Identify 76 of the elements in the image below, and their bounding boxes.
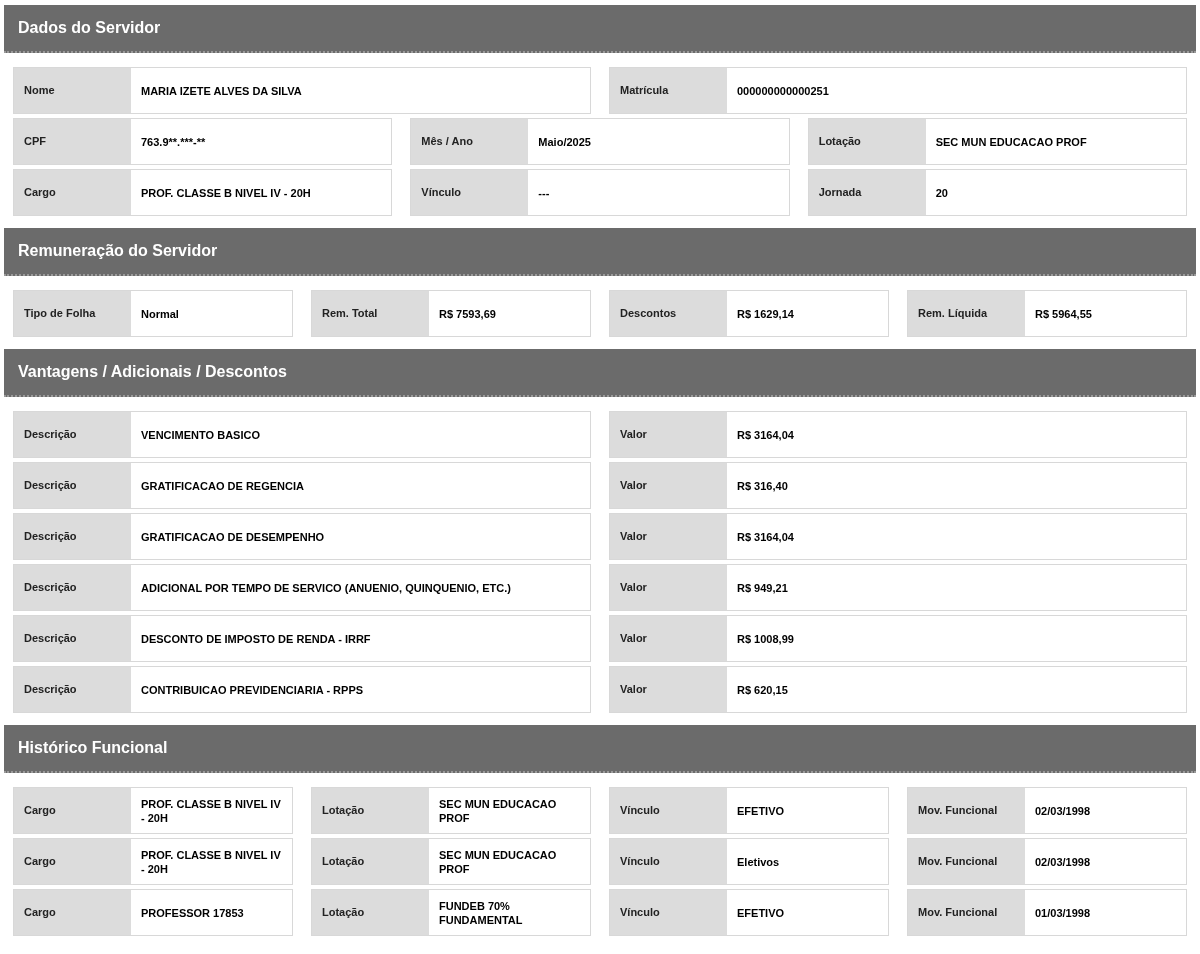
field-value: R$ 3164,04 — [736, 427, 795, 443]
field-value: PROF. CLASSE B NIVEL IV - 20H — [140, 847, 282, 877]
field-label: Descontos — [610, 291, 727, 336]
field-value: 01/03/1998 — [1034, 905, 1092, 921]
field-value: ADICIONAL POR TEMPO DE SERVICO (ANUENIO, QUINQUENIO, ETC.) — [140, 580, 512, 596]
field-label: Vínculo — [610, 788, 727, 833]
field-value: EFETIVO — [736, 803, 786, 819]
field-value: R$ 1629,14 — [736, 306, 795, 322]
field-value: SEC MUN EDUCACAO PROF — [438, 796, 558, 826]
field-label: Vínculo — [411, 170, 529, 215]
field-label: Descrição — [14, 514, 131, 559]
field-value: PROFESSOR 17853 — [140, 905, 245, 921]
field-label: Valor — [610, 412, 727, 457]
field-value: SEC MUN EDUCACAO PROF — [438, 847, 558, 877]
field-label: Lotação — [312, 839, 429, 884]
field-value: R$ 5964,55 — [1034, 306, 1093, 322]
field-label: Descrição — [14, 565, 131, 610]
field-value: GRATIFICACAO DE DESEMPENHO — [140, 529, 326, 545]
field-value: CONTRIBUICAO PREVIDENCIARIA - RPPS — [140, 682, 365, 698]
field-label: Mov. Funcional — [908, 788, 1025, 833]
field-label: Vínculo — [610, 890, 727, 935]
field-value: 02/03/1998 — [1034, 803, 1092, 819]
field-value: R$ 1008,99 — [736, 631, 795, 647]
field-value: 20 — [934, 185, 949, 201]
field-value: VENCIMENTO BASICO — [140, 427, 261, 443]
field-value: Maio/2025 — [537, 134, 592, 150]
field-label: Matrícula — [610, 68, 727, 113]
field-value: FUNDEB 70% FUNDAMENTAL — [438, 898, 524, 928]
field-label: Descrição — [14, 616, 131, 661]
field-value: PROF. CLASSE B NIVEL IV - 20H — [140, 185, 312, 201]
field-label: Descrição — [14, 463, 131, 508]
field-value: R$ 620,15 — [736, 682, 789, 698]
field-label: Cargo — [14, 170, 131, 215]
field-value: MARIA IZETE ALVES DA SILVA — [140, 83, 303, 99]
field-value: Eletivos — [736, 854, 781, 870]
field-label: Cargo — [14, 839, 131, 884]
field-label: Valor — [610, 667, 727, 712]
field-label: Valor — [610, 514, 727, 559]
field-label: CPF — [14, 119, 131, 164]
field-value: GRATIFICACAO DE REGENCIA — [140, 478, 305, 494]
section-title: Remuneração do Servidor — [18, 241, 218, 261]
field-label: Mov. Funcional — [908, 890, 1025, 935]
section-title: Histórico Funcional — [18, 738, 168, 758]
field-label: Descrição — [14, 667, 131, 712]
field-label: Descrição — [14, 412, 131, 457]
field-value: --- — [537, 185, 551, 201]
field-label: Valor — [610, 463, 727, 508]
field-label: Lotação — [312, 890, 429, 935]
field-label: Lotação — [312, 788, 429, 833]
field-value: R$ 316,40 — [736, 478, 789, 494]
field-label: Tipo de Folha — [14, 291, 131, 336]
field-label: Vínculo — [610, 839, 727, 884]
field-value: DESCONTO DE IMPOSTO DE RENDA - IRRF — [140, 631, 372, 647]
field-label: Cargo — [14, 788, 131, 833]
field-value: R$ 949,21 — [736, 580, 789, 596]
section-title: Vantagens / Adicionais / Descontos — [18, 362, 287, 382]
field-value: R$ 3164,04 — [736, 529, 795, 545]
field-value: SEC MUN EDUCACAO PROF — [934, 134, 1088, 150]
field-value: 02/03/1998 — [1034, 854, 1092, 870]
field-value: R$ 7593,69 — [438, 306, 497, 322]
field-label: Valor — [610, 565, 727, 610]
field-label: Nome — [14, 68, 131, 113]
field-label: Mês / Ano — [411, 119, 529, 164]
field-value: EFETIVO — [736, 905, 786, 921]
field-label: Cargo — [14, 890, 131, 935]
section-title: Dados do Servidor — [18, 18, 161, 38]
field-label: Rem. Total — [312, 291, 429, 336]
field-value: Normal — [140, 306, 180, 322]
field-label: Valor — [610, 616, 727, 661]
field-value: 763.9**.***-** — [140, 134, 207, 150]
field-value: 000000000000251 — [736, 83, 830, 99]
field-label: Mov. Funcional — [908, 839, 1025, 884]
field-label: Rem. Líquida — [908, 291, 1025, 336]
field-label: Lotação — [808, 119, 926, 164]
field-label: Jornada — [808, 170, 926, 215]
field-value: PROF. CLASSE B NIVEL IV - 20H — [140, 796, 282, 826]
